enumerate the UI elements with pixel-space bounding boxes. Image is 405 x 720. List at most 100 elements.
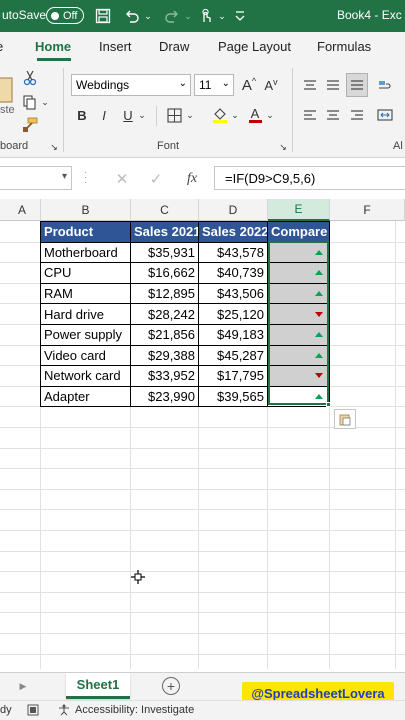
sales-cell[interactable]: $39,565: [199, 386, 267, 407]
sheet-tab-bar: ▶ Sheet1 + @SpreadsheetLovera: [0, 672, 405, 704]
accessibility-icon[interactable]: [57, 703, 71, 717]
align-middle-icon[interactable]: [323, 74, 343, 96]
format-painter-icon[interactable]: [20, 114, 40, 136]
sheet-scroll-right-icon[interactable]: ▶: [18, 679, 28, 693]
save-icon[interactable]: [92, 6, 114, 26]
sales-cell[interactable]: $29,388: [131, 345, 198, 366]
autosave-toggle[interactable]: Off: [46, 7, 84, 24]
underline-icon[interactable]: U: [119, 104, 137, 126]
sheet-tab-sheet1[interactable]: Sheet1: [66, 673, 130, 699]
sales-cell[interactable]: $45,287: [199, 345, 267, 366]
font-color-dropdown-icon[interactable]: ⌄: [265, 106, 275, 124]
column-header-c[interactable]: C: [131, 199, 199, 221]
name-box[interactable]: ▾: [0, 166, 72, 190]
copy-icon[interactable]: [20, 92, 40, 112]
product-cell[interactable]: CPU: [41, 263, 130, 284]
sales-cell[interactable]: $43,578: [199, 242, 267, 263]
accessibility-status[interactable]: Accessibility: Investigate: [75, 704, 194, 716]
borders-dropdown-icon[interactable]: ⌄: [185, 106, 195, 124]
product-cell[interactable]: Motherboard: [41, 242, 130, 263]
font-color-icon[interactable]: A: [247, 104, 263, 126]
bold-icon[interactable]: B: [73, 104, 91, 126]
copy-dropdown-icon[interactable]: ⌄: [40, 94, 50, 110]
fill-handle[interactable]: [326, 402, 331, 407]
fill-color-icon[interactable]: [210, 104, 230, 126]
product-cell[interactable]: Power supply: [41, 325, 130, 346]
tab-home[interactable]: Home: [35, 39, 71, 54]
increase-font-size-icon[interactable]: A ^: [239, 74, 259, 96]
touch-mode-icon[interactable]: [196, 6, 216, 26]
wrap-text-icon[interactable]: [374, 74, 396, 96]
merge-center-icon[interactable]: [374, 104, 396, 126]
column-header-b[interactable]: B: [41, 199, 131, 221]
title-bar: utoSave Off ⌄ ⌄ ⌄ Book4 - Exc: [0, 0, 405, 32]
fill-color-dropdown-icon[interactable]: ⌄: [230, 106, 240, 124]
font-size-select[interactable]: 11 ⌄: [194, 74, 234, 96]
undo-icon[interactable]: [122, 6, 142, 26]
touch-dropdown-icon[interactable]: ⌄: [217, 8, 227, 24]
sales-cell[interactable]: $23,990: [131, 386, 198, 407]
name-box-dropdown-icon[interactable]: ▾: [62, 171, 67, 182]
alignment-group-label: Al: [393, 140, 403, 152]
toggle-label: Off: [63, 9, 78, 22]
sales-cell[interactable]: $25,120: [199, 304, 267, 325]
product-cell[interactable]: Network card: [41, 366, 130, 387]
product-cell[interactable]: Video card: [41, 345, 130, 366]
table-header-cell[interactable]: Product: [41, 221, 130, 242]
align-top-icon[interactable]: [300, 74, 320, 96]
tab-page-layout[interactable]: Page Layout: [218, 39, 291, 54]
sales-cell[interactable]: $28,242: [131, 304, 198, 325]
gridline-h: [0, 488, 405, 490]
underline-dropdown-icon[interactable]: ⌄: [137, 106, 147, 124]
insert-function-icon[interactable]: fx: [180, 170, 204, 188]
table-header-cell[interactable]: Compare: [268, 221, 329, 242]
sales-cell[interactable]: $16,662: [131, 263, 198, 284]
worksheet-grid[interactable]: A B C D E F Product Sales 2021 Sales 2022 C…: [0, 199, 405, 669]
cancel-formula-icon[interactable]: ✕: [112, 170, 132, 188]
table-header-cell[interactable]: Sales 2022: [199, 221, 267, 242]
customize-toolbar-icon[interactable]: [232, 6, 248, 26]
cut-icon[interactable]: [20, 68, 40, 88]
italic-icon[interactable]: I: [95, 104, 113, 126]
column-header-d[interactable]: D: [199, 199, 268, 221]
sales-cell[interactable]: $33,952: [131, 366, 198, 387]
formula-input[interactable]: =IF(D9>C9,5,6): [214, 166, 405, 190]
redo-icon[interactable]: [162, 6, 182, 26]
product-cell[interactable]: Adapter: [41, 386, 130, 407]
tab-draw[interactable]: Draw: [159, 39, 189, 54]
add-sheet-icon[interactable]: +: [162, 677, 180, 695]
paste-options-icon[interactable]: [334, 409, 356, 429]
gridline-h: [0, 653, 405, 655]
sales-cell[interactable]: $43,506: [199, 283, 267, 304]
sales-cell[interactable]: $49,183: [199, 325, 267, 346]
sales-cell[interactable]: $21,856: [131, 325, 198, 346]
decrease-font-size-icon[interactable]: Av: [261, 74, 281, 96]
tab-insert[interactable]: Insert: [99, 39, 132, 54]
gridline-v: [395, 221, 396, 669]
tab-file-edge[interactable]: e: [0, 39, 3, 54]
table-header-cell[interactable]: Sales 2021: [131, 221, 198, 242]
align-center-icon[interactable]: [323, 104, 343, 126]
sales-cell[interactable]: $40,739: [199, 263, 267, 284]
align-left-icon[interactable]: [300, 104, 320, 126]
macro-record-icon[interactable]: [26, 703, 40, 717]
sales-cell[interactable]: $35,931: [131, 242, 198, 263]
clipboard-launcher-icon[interactable]: ↘: [48, 140, 60, 154]
product-cell[interactable]: Hard drive: [41, 304, 130, 325]
redo-dropdown-icon[interactable]: ⌄: [183, 8, 193, 24]
font-name-select[interactable]: Webdings ⌄: [71, 74, 191, 96]
column-header-f[interactable]: F: [330, 199, 405, 221]
tab-formulas[interactable]: Formulas: [317, 39, 371, 54]
undo-dropdown-icon[interactable]: ⌄: [143, 8, 153, 24]
align-bottom-icon[interactable]: [346, 73, 368, 97]
sales-cell[interactable]: $12,895: [131, 283, 198, 304]
enter-formula-icon[interactable]: ✓: [146, 170, 166, 188]
formula-text: =IF(D9>C9,5,6): [225, 170, 316, 186]
align-right-icon[interactable]: [347, 104, 367, 126]
product-cell[interactable]: RAM: [41, 283, 130, 304]
sales-cell[interactable]: $17,795: [199, 366, 267, 387]
borders-icon[interactable]: [164, 104, 184, 126]
font-launcher-icon[interactable]: ↘: [277, 140, 289, 154]
column-header-e[interactable]: E: [268, 199, 330, 221]
column-header-a[interactable]: A: [4, 199, 41, 221]
